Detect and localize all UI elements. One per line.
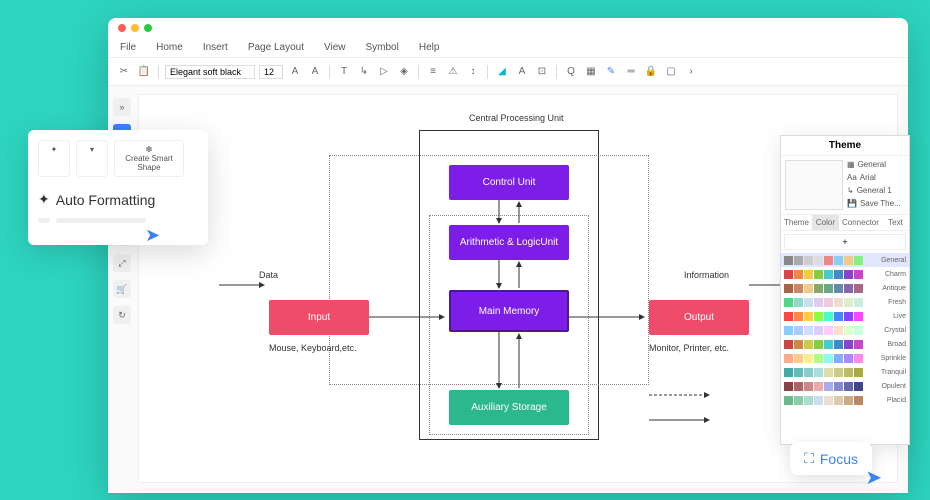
menu-help[interactable]: Help	[419, 42, 440, 53]
swatch-row[interactable]: Crystal	[781, 323, 909, 337]
swatch-row[interactable]: Tranquil	[781, 365, 909, 379]
opt-save[interactable]: 💾Save The...	[847, 199, 901, 208]
font-select[interactable]: Elegant soft black	[165, 65, 255, 79]
connector-icon[interactable]: ↳	[356, 64, 372, 80]
aux-storage-box[interactable]: Auxiliary Storage	[449, 390, 569, 425]
popup-title: ✦Auto Formatting	[38, 191, 198, 208]
tab-color[interactable]: Color	[812, 215, 839, 230]
input-box[interactable]: Input	[269, 300, 369, 335]
size-select[interactable]: 12	[259, 65, 283, 79]
control-unit-box[interactable]: Control Unit	[449, 165, 569, 200]
focus-button[interactable]: ⛶ Focus	[790, 442, 872, 475]
sparkle-button[interactable]: ✦	[38, 140, 70, 177]
opt-general[interactable]: ▦General	[847, 160, 901, 169]
swatch-row[interactable]: Placid	[781, 393, 909, 407]
create-smart-shape-button[interactable]: ❇Create Smart Shape	[114, 140, 184, 177]
layers-icon[interactable]: ◈	[396, 64, 412, 80]
add-theme-button[interactable]: +	[784, 234, 906, 250]
menu-view[interactable]: View	[324, 42, 346, 53]
label-info: Information	[684, 270, 729, 280]
opt-font[interactable]: AaArial	[847, 173, 901, 182]
memory-box[interactable]: Main Memory	[449, 290, 569, 332]
swatch-row[interactable]: Antique	[781, 281, 909, 295]
fill-icon[interactable]: ◢	[494, 64, 510, 80]
theme-header: Theme	[781, 136, 909, 156]
menu-file[interactable]: File	[120, 42, 136, 53]
swatch-row[interactable]: Live	[781, 309, 909, 323]
side-expand-icon[interactable]: ⤢	[113, 254, 131, 272]
swatch-row[interactable]: General	[781, 253, 909, 267]
label-data: Data	[259, 270, 278, 280]
diagram-title: Central Processing Unit	[469, 113, 564, 123]
cursor-icon-2: ➤	[865, 465, 882, 490]
cut-icon[interactable]: ✂	[116, 64, 132, 80]
theme-preview	[785, 160, 843, 210]
swatch-list: GeneralCharmAntiqueFreshLiveCrystalBroad…	[781, 253, 909, 423]
side-collapse-icon[interactable]: »	[113, 98, 131, 116]
chevron-right-icon[interactable]: ›	[683, 64, 699, 80]
minimize-icon[interactable]	[131, 24, 139, 32]
sort-icon[interactable]: ↕	[465, 64, 481, 80]
lock-icon[interactable]: 🔒	[643, 64, 659, 80]
auto-format-popup: ✦ ▾ ❇Create Smart Shape ✦Auto Formatting	[28, 130, 208, 245]
menubar: File Home Insert Page Layout View Symbol…	[108, 38, 908, 58]
focus-icon: ⛶	[804, 450, 814, 467]
toolbar: ✂ 📋 Elegant soft black 12 A A T ↳ ▷ ◈ ≡ …	[108, 58, 908, 86]
pen-icon[interactable]: ✎	[603, 64, 619, 80]
dropdown-button[interactable]: ▾	[76, 140, 108, 177]
pointer-icon[interactable]: ▷	[376, 64, 392, 80]
tab-theme[interactable]: Theme	[781, 215, 812, 230]
cursor-icon: ➤	[145, 225, 160, 246]
opt-connector[interactable]: ↳General 1	[847, 186, 901, 195]
swatch-row[interactable]: Sprinkle	[781, 351, 909, 365]
arithmetic-box[interactable]: Arithmetic & LogicUnit	[449, 225, 569, 260]
text-icon[interactable]: T	[336, 64, 352, 80]
warning-icon[interactable]: ⚠	[445, 64, 461, 80]
line-style-icon[interactable]: ═	[623, 64, 639, 80]
align-left-icon[interactable]: ≡	[425, 64, 441, 80]
swatch-row[interactable]: Charm	[781, 267, 909, 281]
titlebar	[108, 18, 908, 38]
size-dec-icon[interactable]: A	[287, 64, 303, 80]
tab-text[interactable]: Text	[882, 215, 909, 230]
tab-connector[interactable]: Connector	[839, 215, 882, 230]
label-monitor: Monitor, Printer, etc.	[649, 343, 729, 353]
crop-icon[interactable]: ⊡	[534, 64, 550, 80]
maximize-icon[interactable]	[144, 24, 152, 32]
menu-symbol[interactable]: Symbol	[366, 42, 399, 53]
swatch-row[interactable]: Broad	[781, 337, 909, 351]
size-inc-icon[interactable]: A	[307, 64, 323, 80]
swatch-row[interactable]: Fresh	[781, 295, 909, 309]
square-icon[interactable]: ▢	[663, 64, 679, 80]
theme-panel: Theme ▦General AaArial ↳General 1 💾Save …	[780, 135, 910, 445]
menu-insert[interactable]: Insert	[203, 42, 228, 53]
paste-icon[interactable]: 📋	[136, 64, 152, 80]
menu-home[interactable]: Home	[156, 42, 183, 53]
close-icon[interactable]	[118, 24, 126, 32]
search-icon[interactable]: Q	[563, 64, 579, 80]
grid-icon[interactable]: ▦	[583, 64, 599, 80]
menu-layout[interactable]: Page Layout	[248, 42, 304, 53]
label-mouse: Mouse, Keyboard,etc.	[269, 343, 357, 353]
side-history-icon[interactable]: ↻	[113, 306, 131, 324]
text-color-icon[interactable]: A	[514, 64, 530, 80]
side-cart-icon[interactable]: 🛒	[113, 280, 131, 298]
swatch-row[interactable]: Opulent	[781, 379, 909, 393]
output-box[interactable]: Output	[649, 300, 749, 335]
